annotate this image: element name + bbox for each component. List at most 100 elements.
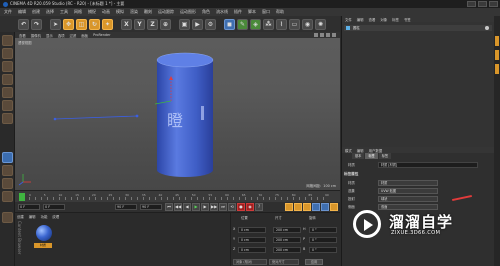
rotate-tool-icon[interactable]: ↻ [89, 18, 100, 30]
axis-gizmo[interactable] [53, 76, 173, 121]
attr-menu-item[interactable]: 编辑 [357, 148, 364, 153]
object-axis-icon[interactable] [2, 152, 13, 163]
key-scale-icon[interactable] [294, 203, 302, 211]
scale-tool-icon[interactable]: ◫ [76, 18, 87, 30]
pan-icon[interactable] [314, 33, 318, 37]
menu-item[interactable]: 编辑 [18, 9, 26, 15]
om-menu-item[interactable]: 查看 [369, 17, 376, 22]
menu-item[interactable]: 雕刻 [144, 9, 152, 15]
array-icon[interactable]: ⁂ [263, 18, 274, 30]
spline-pen-icon[interactable]: ✎ [237, 18, 248, 30]
render-region-icon[interactable]: ▣ [179, 18, 190, 30]
position-y-field[interactable]: 0 cm [238, 237, 266, 243]
size-x-field[interactable]: 200 cm [273, 227, 301, 233]
loop-icon[interactable]: ⟲ [228, 203, 236, 211]
undo-icon[interactable]: ↶ [18, 18, 29, 30]
content-browser-tab[interactable]: Content Browser [17, 221, 22, 254]
redo-icon[interactable]: ↷ [31, 18, 42, 30]
end-frame-field[interactable]: 90 F [115, 204, 137, 210]
om-menu-item[interactable]: 书签 [404, 17, 411, 22]
camera-icon[interactable]: ◉ [302, 18, 313, 30]
start-frame-field[interactable]: 0 F [43, 204, 65, 210]
points-mode-icon[interactable] [2, 87, 13, 98]
menu-item[interactable]: 脚本 [248, 9, 256, 15]
menu-item[interactable]: 工具 [60, 9, 68, 15]
side-tab-objects[interactable] [495, 36, 499, 46]
rotation-b-field[interactable]: 0 ° [309, 247, 337, 253]
material-preview-ball[interactable] [36, 225, 52, 241]
material-menu-item[interactable]: 功能 [41, 214, 48, 219]
menu-item[interactable]: 选择 [46, 9, 54, 15]
cylinder-object[interactable]: 瞪 [156, 52, 214, 177]
render-settings-icon[interactable]: ⚙ [205, 18, 216, 30]
attr-tab-tag[interactable]: 标签 [365, 153, 378, 159]
model-mode-icon[interactable] [2, 48, 13, 59]
om-menu-item[interactable]: 对象 [380, 17, 387, 22]
attr-menu-item[interactable]: 模式 [345, 148, 352, 153]
attr-menu-item[interactable]: 用户数据 [369, 148, 383, 153]
coordinate-system-icon[interactable]: ⊕ [160, 18, 171, 30]
material-menu-item[interactable]: 编辑 [29, 214, 36, 219]
viewport-menu-item[interactable]: 摄像机 [31, 33, 41, 38]
snap-icon[interactable] [2, 178, 13, 189]
material-menu-item[interactable]: 创建 [17, 214, 24, 219]
recent-tool-icon[interactable]: ✦ [102, 18, 113, 30]
go-to-end-icon[interactable]: ⏭ [219, 203, 227, 211]
move-tool-icon[interactable]: ✥ [63, 18, 74, 30]
minimize-button[interactable] [467, 1, 476, 7]
polygons-mode-icon[interactable] [2, 113, 13, 124]
key-rotation-icon[interactable] [303, 203, 311, 211]
make-editable-icon[interactable] [2, 35, 13, 46]
menu-item[interactable]: 角色 [202, 9, 210, 15]
menu-item[interactable]: 模拟 [116, 9, 124, 15]
play-icon[interactable]: ▶ [192, 203, 200, 211]
tweak-mode-icon[interactable] [2, 165, 13, 176]
menu-item[interactable]: 创建 [32, 9, 40, 15]
render-view-icon[interactable]: ▶ [192, 18, 203, 30]
side-tab-layers[interactable] [495, 64, 499, 74]
timeline[interactable]: 0 5 10 15 20 25 30 35 40 45 50 55 60 65 … [15, 190, 340, 202]
x-axis-lock-button[interactable]: X [121, 18, 132, 30]
next-frame-icon[interactable]: ▶ [201, 203, 209, 211]
close-button[interactable] [489, 1, 498, 7]
orbit-icon[interactable] [326, 33, 330, 37]
viewport-menu-item[interactable]: ProRender [93, 33, 110, 37]
viewport-menu-item[interactable]: 查看 [19, 33, 26, 38]
selection-field[interactable]: UVW 贴图 [378, 188, 438, 194]
position-z-field[interactable]: 0 cm [238, 247, 266, 253]
size-mode-dropdown[interactable]: 绝对尺寸 [269, 259, 299, 265]
cube-icon[interactable]: ◼ [224, 18, 235, 30]
menu-item[interactable]: 运动跟踪 [158, 9, 174, 15]
next-key-icon[interactable]: ▶▶ [210, 203, 218, 211]
position-x-field[interactable]: 0 cm [238, 227, 266, 233]
om-menu-item[interactable]: 编辑 [357, 17, 364, 22]
menu-item[interactable]: 帮助 [276, 9, 284, 15]
prev-frame-icon[interactable]: ◀ [183, 203, 191, 211]
side-tab-content[interactable] [495, 50, 499, 60]
apply-button[interactable]: 应用 [305, 259, 323, 265]
key-param-icon[interactable] [312, 203, 320, 211]
prev-key-icon[interactable]: ◀◀ [174, 203, 182, 211]
viewport-menu-item[interactable]: 选项 [58, 33, 65, 38]
viewport-menu-item[interactable]: 显示 [46, 33, 53, 38]
key-pla-icon[interactable] [321, 203, 329, 211]
menu-item[interactable]: 网格 [74, 9, 82, 15]
lock-workplane-icon[interactable] [2, 212, 13, 223]
key-position-icon[interactable] [285, 203, 293, 211]
preview-end-field[interactable]: 90 F [140, 204, 162, 210]
viewport-menu-item[interactable]: 过滤 [70, 33, 77, 38]
coordinate-mode-dropdown[interactable]: 对象 (相对) [233, 259, 267, 265]
toggle-views-icon[interactable] [332, 33, 336, 37]
size-y-field[interactable]: 200 cm [273, 237, 301, 243]
perspective-viewport[interactable]: 瞪 透视视图 网格间距：100 cm [15, 38, 340, 190]
size-z-field[interactable]: 200 cm [273, 247, 301, 253]
maximize-button[interactable] [478, 1, 487, 7]
attr-tab-basic[interactable]: 基本 [352, 153, 365, 159]
workplane-icon[interactable] [2, 74, 13, 85]
menu-item[interactable]: 插件 [234, 9, 242, 15]
floor-icon[interactable]: ▭ [289, 18, 300, 30]
record-icon[interactable]: ● [237, 203, 245, 211]
zoom-icon[interactable] [320, 33, 324, 37]
attr-tab-tag-2[interactable]: 标签 [378, 153, 392, 159]
menu-item[interactable]: 窗口 [262, 9, 270, 15]
